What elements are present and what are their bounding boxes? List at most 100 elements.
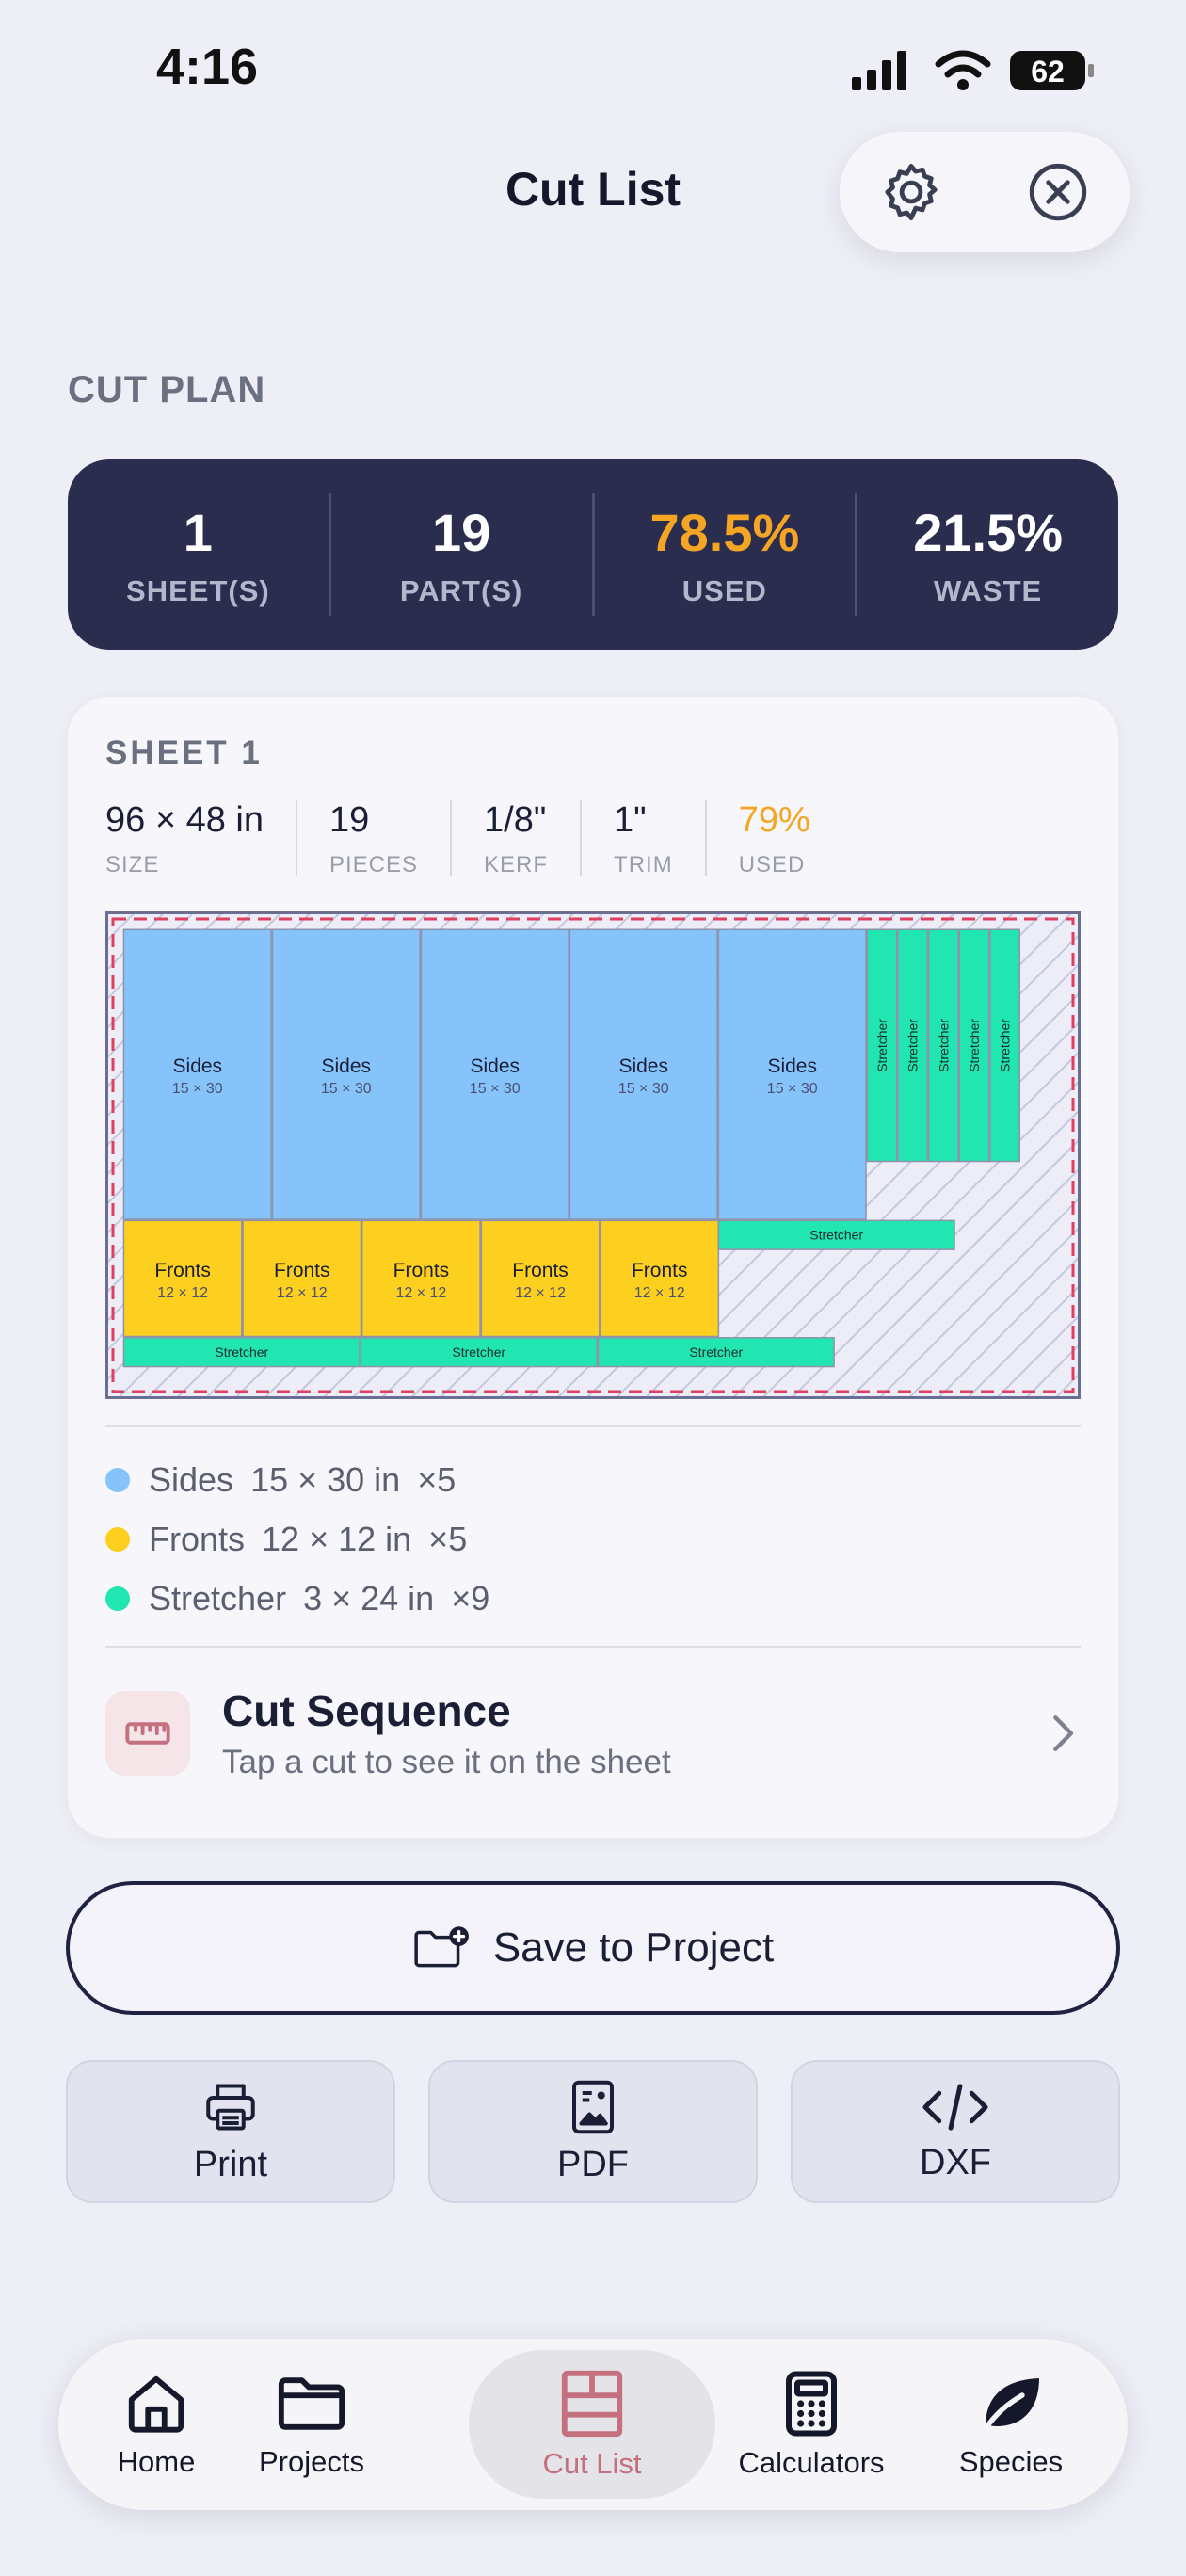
- pdf-button[interactable]: PDF: [428, 2060, 758, 2203]
- spec-label: TRIM: [614, 852, 673, 877]
- legend-dims: 15 × 30 in: [250, 1459, 401, 1499]
- sheet-title: SHEET 1: [105, 734, 263, 771]
- spec-label: USED: [738, 852, 806, 877]
- part-sides[interactable]: Sides 15 × 30: [122, 928, 272, 1220]
- part-sides[interactable]: Sides 15 × 30: [271, 928, 421, 1220]
- code-icon: [922, 2083, 988, 2131]
- legend-item: Fronts 12 × 12 in ×5: [105, 1509, 489, 1569]
- spec-used: 79% USED: [704, 800, 842, 877]
- close-icon: [1029, 163, 1087, 221]
- tab-cut-list[interactable]: Cut List: [469, 2339, 715, 2510]
- status-time: 4:16: [156, 39, 259, 95]
- part-label: Stretcher: [809, 1228, 863, 1243]
- part-dims: 12 × 12: [277, 1285, 328, 1301]
- part-stretcher[interactable]: Stretcher: [958, 928, 990, 1163]
- part-dims: 12 × 12: [515, 1285, 566, 1301]
- parts-legend: Sides 15 × 30 in ×5 Fronts 12 × 12 in ×5…: [105, 1450, 489, 1628]
- spec-value: 19: [329, 800, 370, 840]
- leaf-icon: [981, 2378, 1039, 2434]
- spec-kerf: 1/8" KERF: [450, 800, 580, 877]
- folder-icon: [278, 2377, 345, 2430]
- part-sides[interactable]: Sides 15 × 30: [420, 928, 569, 1220]
- cut-sequence-row[interactable]: Cut Sequence Tap a cut to see it on the …: [105, 1682, 1081, 1785]
- part-label: Sides: [767, 1055, 817, 1077]
- cut-list-icon: [561, 2370, 623, 2438]
- spec-value: 79%: [738, 800, 810, 840]
- tab-species[interactable]: Species: [926, 2339, 1096, 2510]
- folder-add-icon: [414, 1926, 469, 1968]
- part-label: Fronts: [154, 1260, 211, 1281]
- part-stretcher[interactable]: Stretcher: [122, 1337, 361, 1368]
- print-label: Print: [193, 2144, 268, 2184]
- part-fronts[interactable]: Fronts 12 × 12: [361, 1219, 481, 1338]
- part-stretcher[interactable]: Stretcher: [597, 1337, 835, 1368]
- part-dims: 15 × 30: [172, 1081, 223, 1097]
- part-fronts[interactable]: Fronts 12 × 12: [600, 1219, 720, 1338]
- save-to-project-button[interactable]: Save to Project: [66, 1881, 1120, 2015]
- spec-label: KERF: [484, 852, 549, 877]
- part-label: Stretcher: [689, 1344, 743, 1360]
- sheet-layout-diagram[interactable]: Sides15 × 30Sides15 × 30Sides15 × 30Side…: [105, 911, 1081, 1399]
- spec-value: 1": [614, 800, 647, 840]
- part-stretcher[interactable]: Stretcher: [866, 928, 898, 1163]
- part-label: Stretcher: [906, 1019, 921, 1072]
- part-label: Stretcher: [936, 1019, 951, 1072]
- ruler-icon: [105, 1691, 190, 1776]
- summary-value: 1: [183, 502, 213, 562]
- part-label: Fronts: [512, 1260, 569, 1281]
- spec-value: 1/8": [484, 800, 547, 840]
- spec-value: 96 × 48 in: [105, 800, 264, 840]
- close-button[interactable]: [1020, 154, 1096, 230]
- part-stretcher[interactable]: Stretcher: [717, 1219, 955, 1250]
- header-actions: [840, 132, 1130, 252]
- part-label: Sides: [321, 1055, 371, 1077]
- legend-dims: 12 × 12 in: [262, 1519, 412, 1558]
- tab-label: Species: [958, 2445, 1064, 2478]
- battery-level: 62: [1031, 55, 1065, 89]
- tab-bar: Home Projects Cut List Calculators Speci…: [58, 2339, 1128, 2510]
- part-label: Fronts: [632, 1260, 688, 1281]
- part-stretcher[interactable]: Stretcher: [927, 928, 959, 1163]
- legend-name: Stretcher: [149, 1578, 287, 1618]
- dxf-button[interactable]: DXF: [791, 2060, 1120, 2203]
- part-sides[interactable]: Sides 15 × 30: [717, 928, 867, 1220]
- part-stretcher[interactable]: Stretcher: [897, 928, 929, 1163]
- part-label: Stretcher: [215, 1344, 268, 1360]
- legend-qty: ×5: [428, 1519, 468, 1558]
- tab-calculators[interactable]: Calculators: [708, 2339, 915, 2510]
- settings-button[interactable]: [873, 154, 949, 230]
- spec-label: SIZE: [105, 852, 160, 877]
- spec-pieces: 19 PIECES: [295, 800, 450, 877]
- part-stretcher[interactable]: Stretcher: [360, 1337, 598, 1368]
- part-stretcher[interactable]: Stretcher: [989, 928, 1021, 1163]
- part-sides[interactable]: Sides 15 × 30: [569, 928, 718, 1220]
- part-dims: 15 × 30: [618, 1081, 669, 1097]
- part-fronts[interactable]: Fronts 12 × 12: [480, 1219, 601, 1338]
- tab-label: Calculators: [738, 2446, 885, 2479]
- summary-waste: 21.5% WASTE: [857, 493, 1118, 616]
- spec-size: 96 × 48 in SIZE: [105, 800, 296, 877]
- sheet-specs: 96 × 48 in SIZE 19 PIECES 1/8" KERF 1" T…: [105, 800, 842, 877]
- legend-swatch: [105, 1586, 130, 1611]
- part-fronts[interactable]: Fronts 12 × 12: [242, 1219, 362, 1338]
- summary-value: 78.5%: [649, 502, 800, 562]
- legend-name: Fronts: [149, 1519, 246, 1558]
- summary-sheets: 1 SHEET(S): [68, 493, 331, 616]
- part-label: Stretcher: [874, 1019, 890, 1072]
- tab-label: Cut List: [542, 2447, 642, 2480]
- tab-label: Projects: [259, 2445, 364, 2478]
- summary-label: WASTE: [934, 573, 1043, 607]
- part-label: Stretcher: [998, 1019, 1013, 1072]
- printer-icon: [206, 2084, 255, 2130]
- part-label: Fronts: [274, 1260, 330, 1281]
- print-button[interactable]: Print: [66, 2060, 395, 2203]
- legend-qty: ×9: [451, 1578, 490, 1618]
- gear-icon: [885, 164, 938, 220]
- tab-projects[interactable]: Projects: [222, 2339, 401, 2510]
- home-icon: [128, 2375, 184, 2433]
- plan-summary: 1 SHEET(S) 19 PART(S) 78.5% USED 21.5% W…: [68, 459, 1118, 650]
- part-dims: 12 × 12: [395, 1285, 446, 1301]
- cut-sequence-title: Cut Sequence: [222, 1686, 511, 1735]
- part-fronts[interactable]: Fronts 12 × 12: [122, 1219, 243, 1338]
- tab-home[interactable]: Home: [90, 2339, 222, 2510]
